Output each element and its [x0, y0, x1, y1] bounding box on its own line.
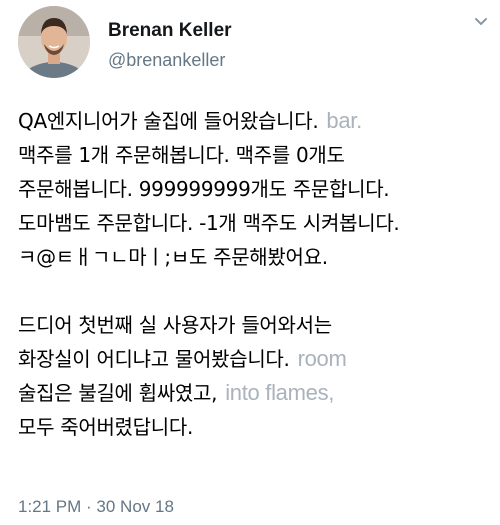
tweet-line-text: 화장실이 어디냐고 물어봤습니다.: [18, 347, 290, 371]
tweet-card: Brenan Keller @brenankeller QA엔지니어가 술집에 …: [0, 0, 500, 525]
tweet-line-text: 드디어 첫번째 실 사용자가 들어와서는: [18, 313, 332, 337]
tweet-line: 맥주를 1개 주문해봅니다. 맥주를 0개도: [18, 138, 488, 172]
tweet-line: 주문해봅니다. 999999999개도 주문합니다.: [18, 172, 488, 206]
tweet-line-text: 모두 죽어버렸답니다.: [18, 415, 194, 439]
ghost-text: bar.: [326, 108, 362, 133]
tweet-line-text: 주문해봅니다. 999999999개도 주문합니다.: [18, 177, 390, 201]
author-handle[interactable]: @brenankeller: [108, 50, 225, 71]
tweet-line: 화장실이 어디냐고 물어봤습니다. room: [18, 342, 488, 376]
author-name[interactable]: Brenan Keller: [108, 20, 232, 42]
tweet-line-text: ㅋ@ㅌㅐㄱㄴ마ㅣ;ㅂ도 주문해봤어요.: [18, 245, 328, 269]
tweet-body: QA엔지니어가 술집에 들어왔습니다. bar. 맥주를 1개 주문해봅니다. 맥…: [18, 104, 488, 444]
ghost-text: room: [297, 346, 347, 371]
tweet-line-text: 맥주를 1개 주문해봅니다. 맥주를 0개도: [18, 143, 345, 167]
tweet-timestamp[interactable]: 1:21 PM · 30 Nov 18: [18, 497, 174, 517]
tweet-line: QA엔지니어가 술집에 들어왔습니다. bar.: [18, 104, 488, 138]
tweet-line: ㅋ@ㅌㅐㄱㄴ마ㅣ;ㅂ도 주문해봤어요.: [18, 240, 488, 274]
tweet-line: 도마뱀도 주문합니다. -1개 맥주도 시켜봅니다.: [18, 206, 488, 240]
tweet-line-text: QA엔지니어가 술집에 들어왔습니다.: [18, 109, 319, 133]
profile-photo-icon: [18, 6, 90, 78]
tweet-line: 모두 죽어버렸답니다.: [18, 410, 488, 444]
tweet-line-text: 도마뱀도 주문합니다. -1개 맥주도 시켜봅니다.: [18, 211, 400, 235]
ghost-text: into flames,: [225, 380, 335, 405]
tweet-line: 드디어 첫번째 실 사용자가 들어와서는: [18, 308, 488, 342]
tweet-line-text: 술집은 불길에 휩싸였고,: [18, 381, 218, 405]
tweet-line: 술집은 불길에 휩싸였고, into flames,: [18, 376, 488, 410]
author-avatar[interactable]: [18, 6, 90, 78]
tweet-menu-chevron-icon[interactable]: [474, 12, 488, 31]
